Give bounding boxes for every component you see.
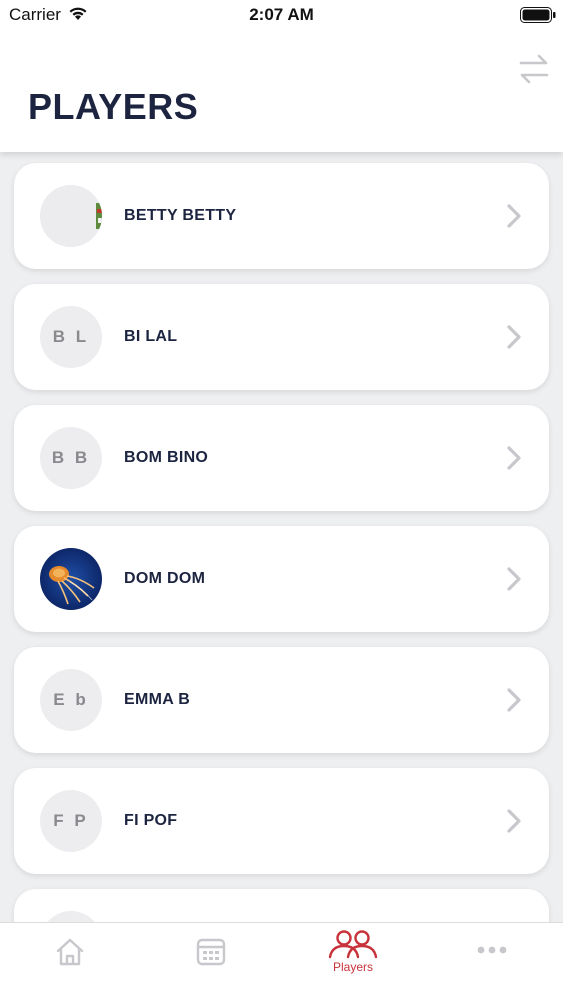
player-row[interactable]: B B BOM BINO <box>14 405 549 511</box>
status-bar: Carrier 2:07 AM <box>0 0 563 30</box>
chevron-right-icon <box>507 567 521 591</box>
chevron-right-icon <box>507 325 521 349</box>
player-avatar-initials <box>40 911 102 922</box>
players-list[interactable]: BETTY BETTY B L BI LAL B B BOM BINO DOM … <box>0 152 563 922</box>
player-name: BI LAL <box>124 328 178 345</box>
battery-icon <box>520 7 556 29</box>
player-row[interactable] <box>14 889 549 922</box>
status-time: 2:07 AM <box>249 5 314 24</box>
home-icon <box>56 938 84 966</box>
players-icon <box>328 930 378 959</box>
page-title: PLAYERS <box>28 86 199 127</box>
chevron-right-icon <box>507 809 521 833</box>
player-avatar-initials: B B <box>40 427 102 489</box>
more-icon <box>477 946 507 954</box>
player-row[interactable]: E b EMMA B <box>14 647 549 753</box>
chevron-right-icon <box>507 688 521 712</box>
chevron-right-icon <box>507 204 521 228</box>
player-row[interactable]: F P FI POF <box>14 768 549 874</box>
player-row[interactable]: DOM DOM <box>14 526 549 632</box>
chevron-right-icon <box>507 446 521 470</box>
tab-players-label: Players <box>332 960 373 974</box>
swap-arrows-icon <box>519 54 549 84</box>
player-name: BOM BINO <box>124 449 209 466</box>
player-avatar-initials: B L <box>40 306 102 368</box>
player-name: BETTY BETTY <box>124 207 237 224</box>
player-avatar <box>40 185 102 247</box>
player-row[interactable]: BETTY BETTY <box>14 163 549 269</box>
tab-calendar[interactable] <box>141 923 281 1001</box>
tab-more[interactable] <box>422 923 562 1001</box>
player-name: EMMA B <box>124 691 191 708</box>
player-avatar-initials: E b <box>40 669 102 731</box>
tab-bar: Players <box>0 922 563 1001</box>
player-avatar <box>40 548 102 610</box>
player-name: FI POF <box>124 812 178 829</box>
tab-players[interactable]: Players <box>283 923 423 1001</box>
header: PLAYERS <box>0 30 563 152</box>
player-row[interactable]: B L BI LAL <box>14 284 549 390</box>
swap-button[interactable] <box>515 50 553 88</box>
calendar-icon <box>196 938 226 966</box>
plant-photo <box>40 185 102 247</box>
tab-home[interactable] <box>0 923 140 1001</box>
jellyfish-photo <box>40 548 102 610</box>
player-avatar-initials: F P <box>40 790 102 852</box>
player-name: DOM DOM <box>124 570 206 587</box>
